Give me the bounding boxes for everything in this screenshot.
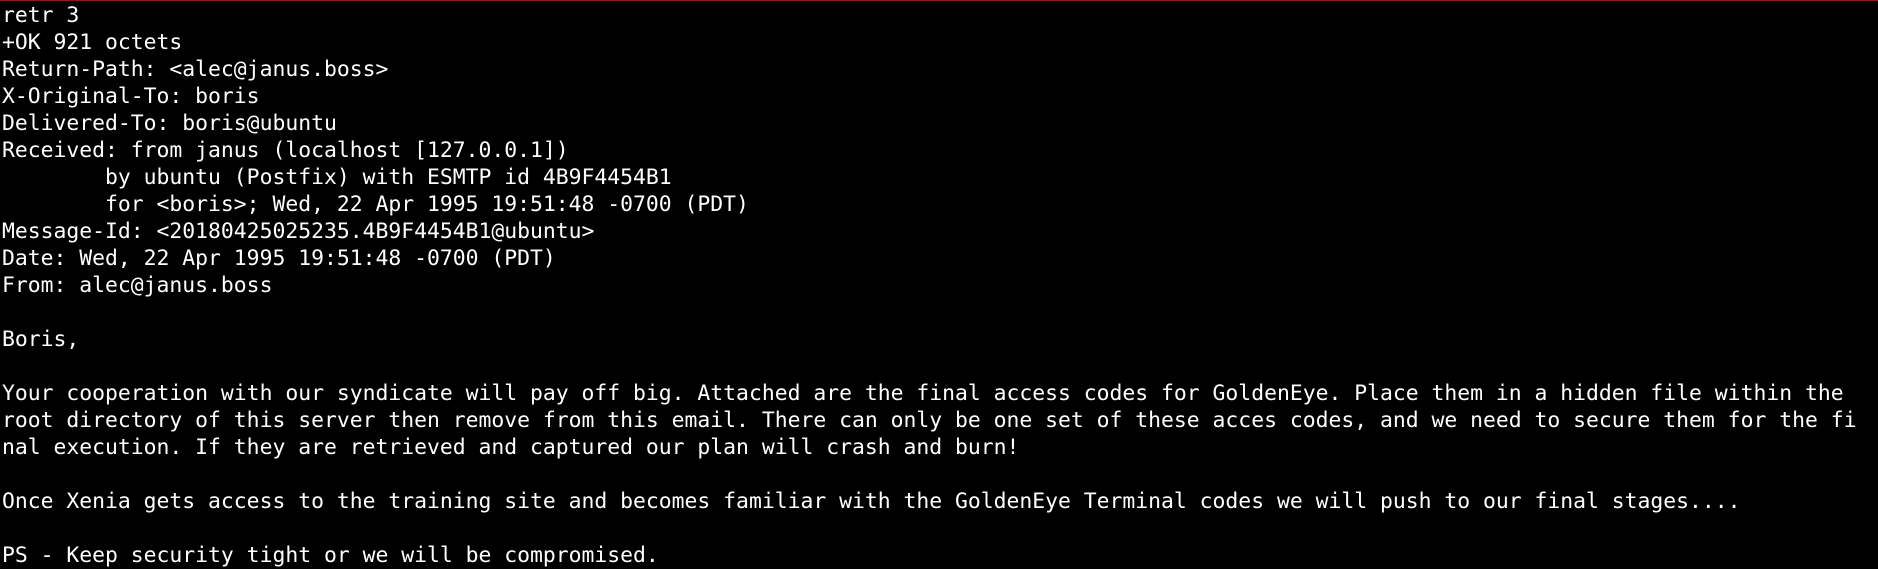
- email-header-message-id: Message-Id: <20180425025235.4B9F4454B1@u…: [2, 219, 595, 244]
- email-body-greeting: Boris,: [2, 327, 80, 352]
- email-header-received-for: for <boris>; Wed, 22 Apr 1995 19:51:48 -…: [2, 192, 749, 217]
- email-body-postscript: PS - Keep security tight or we will be c…: [2, 543, 659, 568]
- email-header-return-path: Return-Path: <alec@janus.boss>: [2, 57, 389, 82]
- terminal-line-command: retr 3: [2, 3, 80, 28]
- email-header-x-original-to: X-Original-To: boris: [2, 84, 260, 109]
- email-header-from: From: alec@janus.boss: [2, 273, 273, 298]
- email-body-line: Your cooperation with our syndicate will…: [2, 381, 1844, 406]
- email-header-delivered-to: Delivered-To: boris@ubuntu: [2, 111, 337, 136]
- email-body-line: nal execution. If they are retrieved and…: [2, 435, 1020, 460]
- terminal-line-server-response: +OK 921 octets: [2, 30, 183, 55]
- email-header-date: Date: Wed, 22 Apr 1995 19:51:48 -0700 (P…: [2, 246, 556, 271]
- email-body-line: root directory of this server then remov…: [2, 408, 1857, 433]
- email-body-line: Once Xenia gets access to the training s…: [2, 489, 1741, 514]
- email-header-received: Received: from janus (localhost [127.0.0…: [2, 138, 569, 163]
- email-header-received-by: by ubuntu (Postfix) with ESMTP id 4B9F44…: [2, 165, 672, 190]
- terminal-output: retr 3 +OK 921 octets Return-Path: <alec@j…: [0, 1, 1878, 569]
- terminal-window[interactable]: retr 3 +OK 921 octets Return-Path: <alec@j…: [0, 0, 1878, 569]
